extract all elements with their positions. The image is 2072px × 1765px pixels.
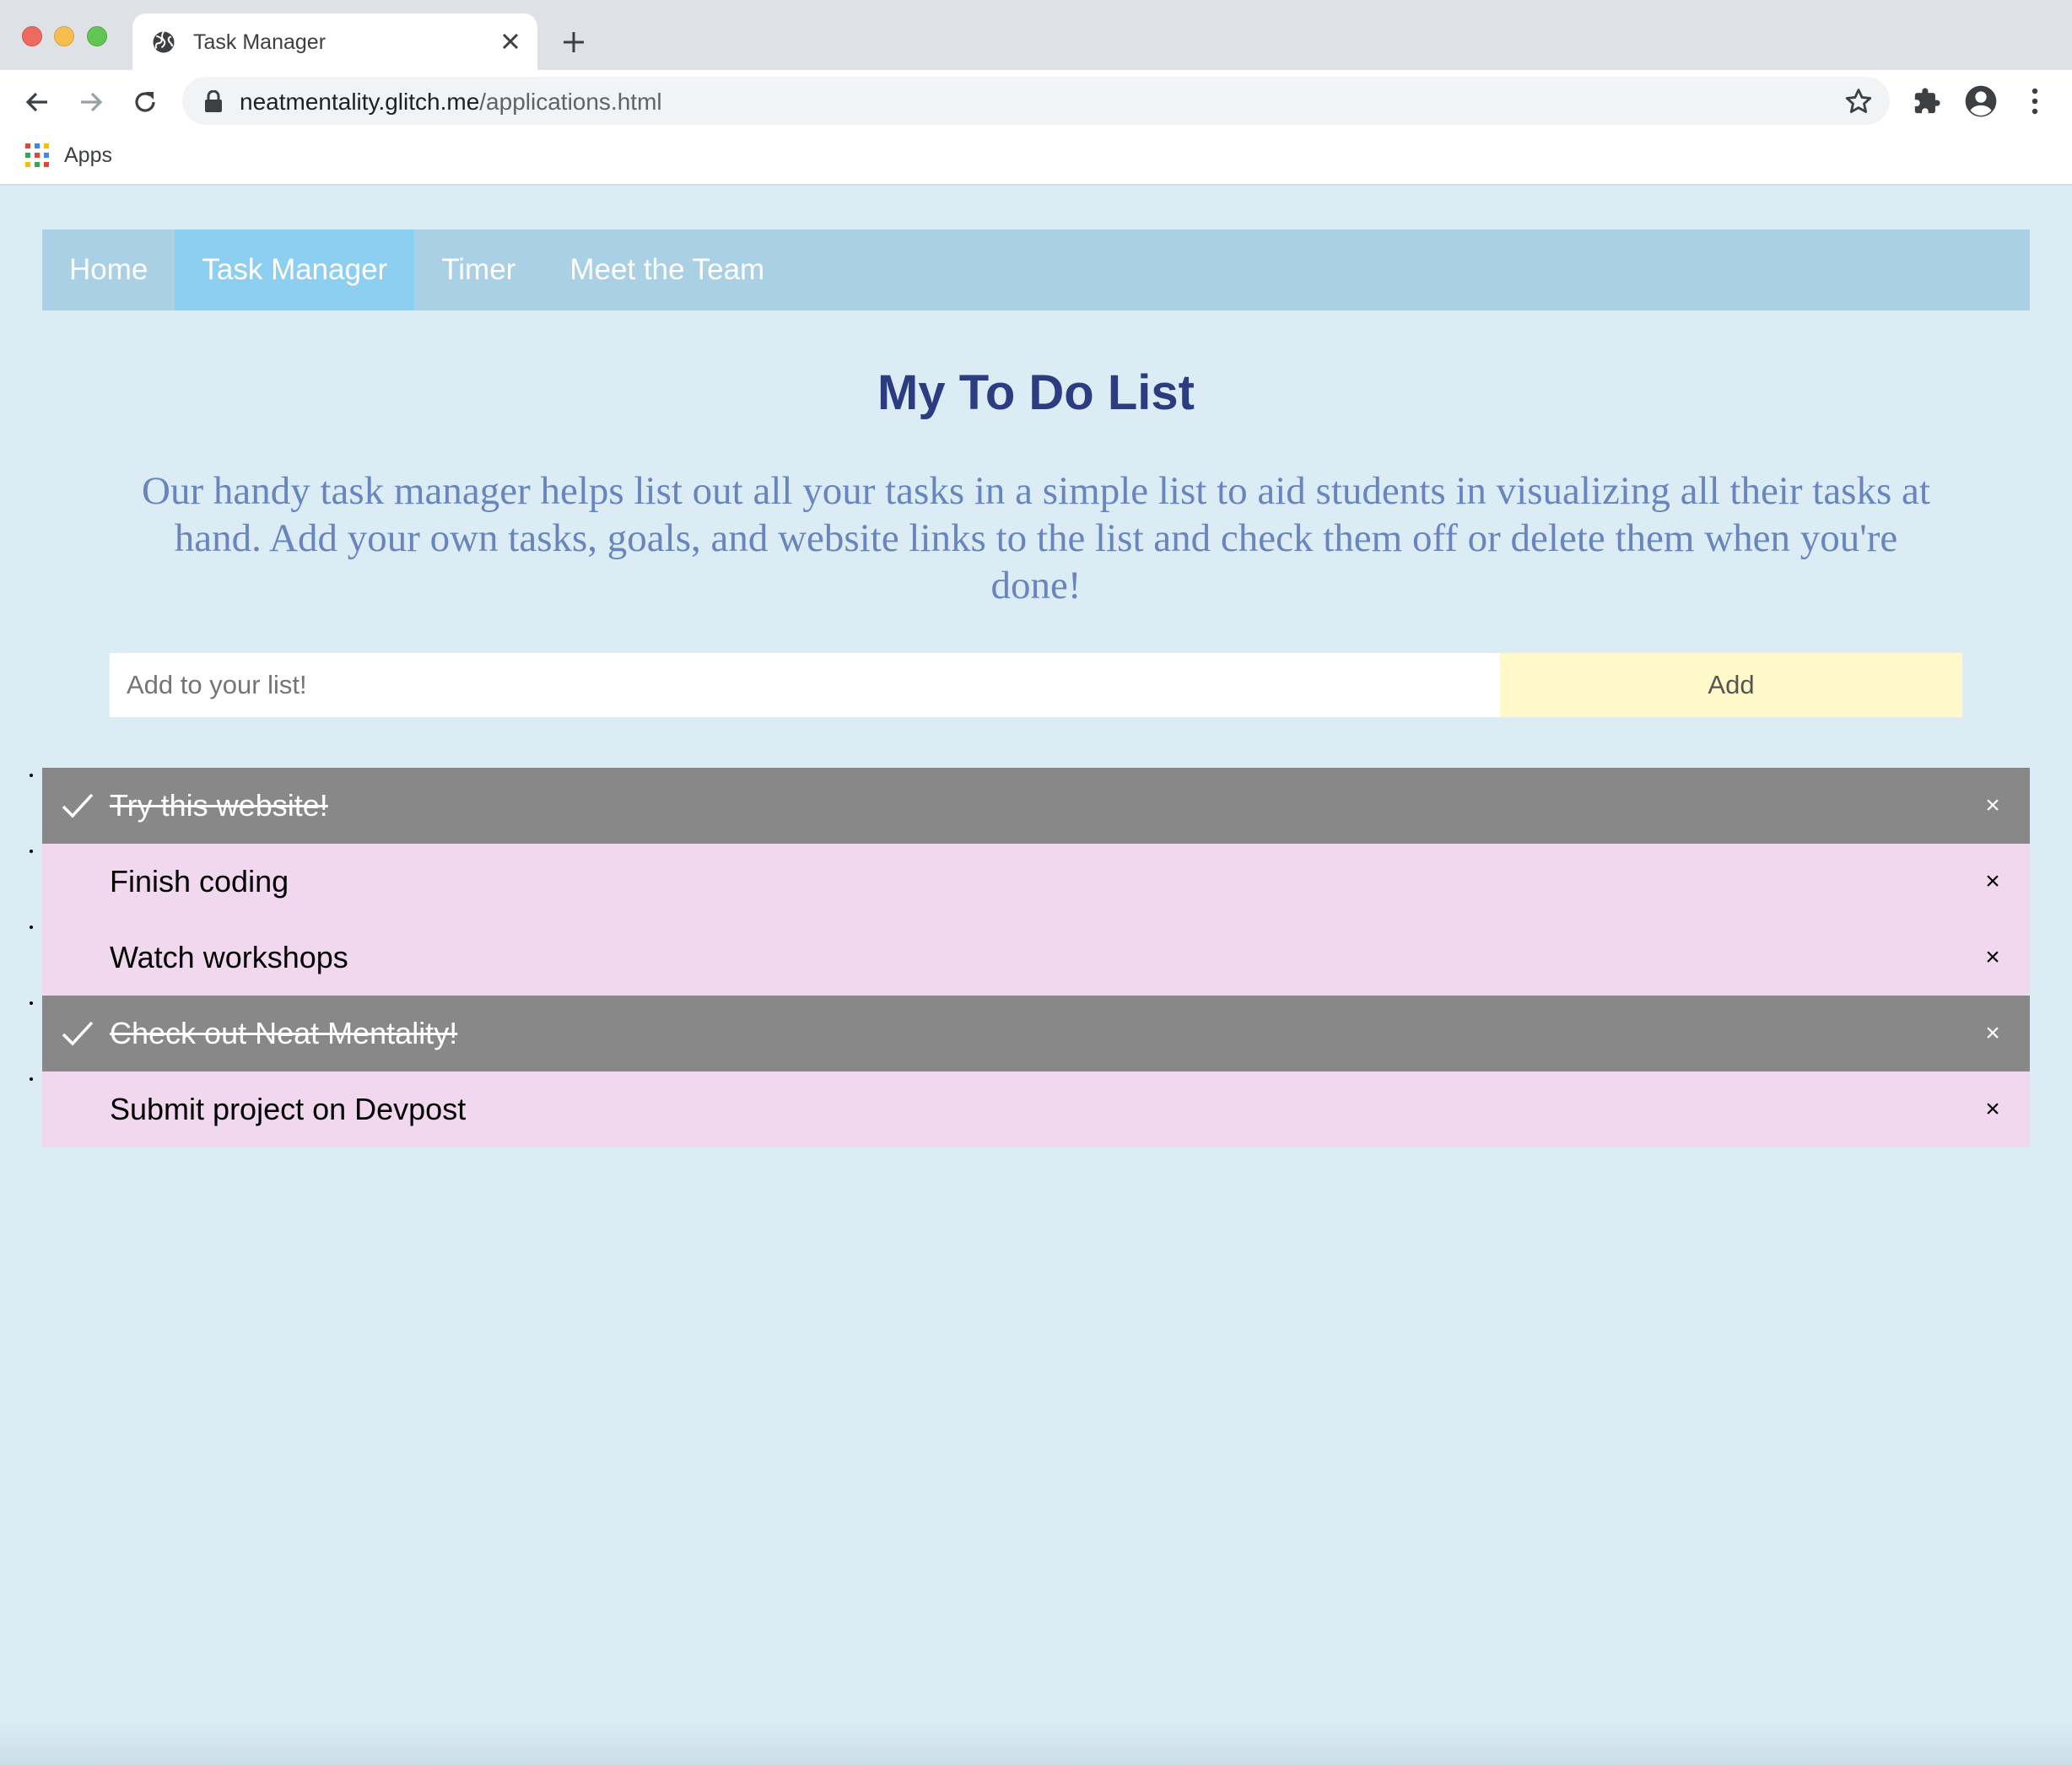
window-close-button[interactable] bbox=[22, 26, 42, 46]
task-text: Try this website! bbox=[110, 788, 328, 823]
delete-task-close-icon[interactable]: × bbox=[1979, 943, 2006, 971]
delete-task-close-icon[interactable]: × bbox=[1979, 1095, 2006, 1123]
add-button[interactable]: Add bbox=[1500, 653, 1962, 717]
reload-icon[interactable] bbox=[127, 84, 164, 121]
globe-icon bbox=[153, 30, 175, 53]
browser-tab[interactable]: Task Manager bbox=[132, 13, 537, 70]
window-maximize-button[interactable] bbox=[87, 26, 107, 46]
url-text: neatmentality.glitch.me/applications.htm… bbox=[240, 89, 662, 116]
forward-arrow-icon[interactable] bbox=[73, 84, 110, 121]
task-input[interactable] bbox=[110, 653, 1500, 717]
checkmark-icon bbox=[62, 1021, 94, 1046]
browser-toolbar: neatmentality.glitch.me/applications.htm… bbox=[0, 70, 2072, 132]
back-arrow-icon[interactable] bbox=[19, 84, 56, 121]
task-item[interactable]: Submit project on Devpost × bbox=[42, 1071, 2030, 1147]
task-item[interactable]: Finish coding × bbox=[42, 844, 2030, 920]
url-host: neatmentality.glitch.me bbox=[240, 89, 480, 115]
bookmarks-bar: Apps bbox=[0, 132, 2072, 186]
more-menu-icon[interactable] bbox=[2018, 84, 2052, 118]
delete-task-close-icon[interactable]: × bbox=[1979, 791, 2006, 819]
address-bar[interactable]: neatmentality.glitch.me/applications.htm… bbox=[182, 77, 1890, 125]
profile-avatar-icon[interactable] bbox=[1964, 84, 1998, 118]
nav-home[interactable]: Home bbox=[42, 229, 175, 310]
checkmark-icon bbox=[62, 793, 94, 818]
apps-grid-icon[interactable] bbox=[25, 143, 49, 167]
window-minimize-button[interactable] bbox=[54, 26, 74, 46]
task-item[interactable]: Try this website! × bbox=[42, 768, 2030, 844]
nav-meet-the-team[interactable]: Meet the Team bbox=[542, 229, 791, 310]
tab-close-icon[interactable] bbox=[497, 28, 524, 55]
task-text: Check out Neat Mentality! bbox=[110, 1016, 458, 1050]
add-task-row: Add bbox=[110, 653, 1962, 717]
extensions-puzzle-icon[interactable] bbox=[1910, 84, 1944, 118]
task-item[interactable]: Watch workshops × bbox=[42, 920, 2030, 996]
task-text: Watch workshops bbox=[110, 940, 348, 974]
page-description: Our handy task manager helps list out al… bbox=[142, 469, 1930, 607]
delete-task-close-icon[interactable]: × bbox=[1979, 867, 2006, 895]
lock-icon bbox=[205, 90, 222, 112]
task-text: Submit project on Devpost bbox=[110, 1092, 467, 1126]
apps-bookmark-label[interactable]: Apps bbox=[64, 143, 112, 168]
window-bottom-shadow bbox=[0, 1721, 2072, 1765]
browser-tab-bar: Task Manager bbox=[0, 0, 2072, 70]
page-title: My To Do List bbox=[877, 365, 1195, 420]
delete-task-close-icon[interactable]: × bbox=[1979, 1019, 2006, 1047]
site-navbar: Home Task Manager Timer Meet the Team bbox=[42, 229, 2030, 310]
tab-title: Task Manager bbox=[193, 30, 326, 54]
task-text: Finish coding bbox=[110, 864, 289, 899]
nav-timer[interactable]: Timer bbox=[414, 229, 542, 310]
bookmark-star-icon[interactable] bbox=[1844, 87, 1873, 116]
url-path: /applications.html bbox=[479, 89, 662, 115]
task-list: Try this website! × Finish coding × Watc… bbox=[42, 768, 2030, 1147]
new-tab-plus-icon[interactable] bbox=[558, 27, 589, 57]
nav-task-manager[interactable]: Task Manager bbox=[175, 229, 415, 310]
task-item[interactable]: Check out Neat Mentality! × bbox=[42, 996, 2030, 1071]
